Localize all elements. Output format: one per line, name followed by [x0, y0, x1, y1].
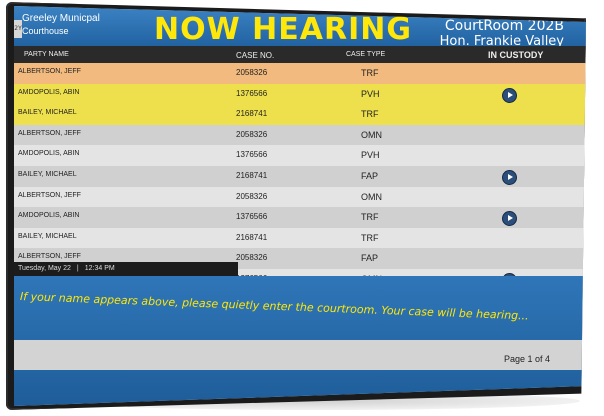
party-name-cell: ALBERTSON, JEFF [18, 253, 81, 261]
party-name-cell: BAILEY, MICHAEL [18, 170, 77, 178]
column-in-custody: IN CUSTODY [488, 50, 544, 60]
party-name-cell: ALBERTSON, JEFF [18, 68, 81, 75]
party-name-cell: BAILEY, MICHAEL [18, 232, 77, 240]
in-custody-icon [502, 87, 517, 103]
table-row: AMDOPOLIS, ABIN 1376566 PVH [14, 83, 586, 105]
case-type-cell: PVH [361, 150, 380, 161]
page-title: NOW HEARING [154, 12, 412, 47]
current-time: 12:34 PM [84, 265, 115, 272]
header-bar: 2Y Greeley Municpal Courthouse NOW HEARI… [14, 6, 586, 50]
court-name: Greeley Municpal Courthouse [22, 13, 100, 37]
case-type-cell: OMN [361, 129, 382, 140]
case-number-cell: 2168741 [236, 109, 268, 119]
table-row: ALBERTSON, JEFF 2058326 TRF [14, 63, 586, 84]
case-type-cell: TRF [361, 109, 379, 120]
column-case-no: CASE NO. [236, 51, 275, 60]
table-header: PARTY NAME CASE NO. CASE TYPE IN CUSTODY [14, 46, 586, 64]
case-number-cell: 2058326 [236, 253, 268, 263]
instruction-ticker: If your name appears above, please quiet… [19, 290, 529, 323]
case-type-cell: PVH [361, 88, 380, 99]
case-type-cell: FAP [361, 170, 379, 181]
courtroom-number: CourtRoom 202B [444, 18, 564, 34]
case-type-cell: OMN [361, 191, 382, 202]
case-number-cell: 2058326 [236, 191, 268, 201]
column-party-name: PARTY NAME [24, 51, 69, 58]
table-row: ALBERTSON, JEFF 2058326 OMN [14, 186, 586, 208]
party-name-cell: AMDOPOLIS, ABIN [18, 212, 80, 220]
table-row: AMDOPOLIS, ABIN 1376566 PVH [14, 145, 586, 166]
date-time-separator: | [76, 265, 79, 272]
case-type-cell: TRF [361, 232, 379, 243]
side-tab: 2Y [14, 20, 22, 38]
court-name-line1: Greeley Municpal [22, 13, 100, 24]
case-type-cell: TRF [361, 68, 379, 78]
party-name-cell: BAILEY, MICHAEL [18, 109, 77, 117]
case-type-cell: TRF [361, 212, 379, 223]
table-row: BAILEY, MICHAEL 2168741 TRF [14, 227, 586, 249]
page-indicator: Page 1 of 4 [504, 354, 551, 364]
case-number-cell: 2168741 [236, 232, 268, 242]
in-custody-icon [502, 211, 517, 227]
display-panel: 2Y Greeley Municpal Courthouse NOW HEARI… [6, 2, 586, 410]
current-date: Tuesday, May 22 [18, 265, 71, 272]
party-name-cell: AMDOPOLIS, ABIN [18, 150, 80, 158]
table-row: BAILEY, MICHAEL 2168741 FAP [14, 165, 586, 187]
party-name-cell: ALBERTSON, JEFF [18, 129, 81, 137]
case-type-cell: FAP [361, 253, 379, 264]
page-indicator-area [14, 340, 586, 370]
party-name-cell: AMDOPOLIS, ABIN [18, 88, 80, 96]
screen: 2Y Greeley Municpal Courthouse NOW HEARI… [14, 6, 586, 406]
column-case-type: CASE TYPE [346, 51, 386, 58]
party-name-cell: ALBERTSON, JEFF [18, 191, 81, 199]
case-number-cell: 2058326 [236, 129, 268, 139]
case-number-cell: 2168741 [236, 170, 268, 180]
case-number-cell: 1376566 [236, 212, 268, 222]
date-time-bar: Tuesday, May 22 | 12:34 PM [14, 262, 238, 276]
case-number-cell: 1376566 [236, 88, 268, 98]
table-row: AMDOPOLIS, ABIN 1376566 TRF [14, 207, 586, 228]
table-row: ALBERTSON, JEFF 2058326 OMN [14, 124, 586, 146]
footer-bar: If your name appears above, please quiet… [14, 276, 586, 406]
case-number-cell: 1376566 [236, 150, 268, 160]
court-name-line2: Courthouse [22, 26, 69, 36]
in-custody-icon [502, 169, 517, 185]
table-row: BAILEY, MICHAEL 2168741 TRF [14, 104, 586, 125]
case-number-cell: 2058326 [236, 68, 268, 77]
